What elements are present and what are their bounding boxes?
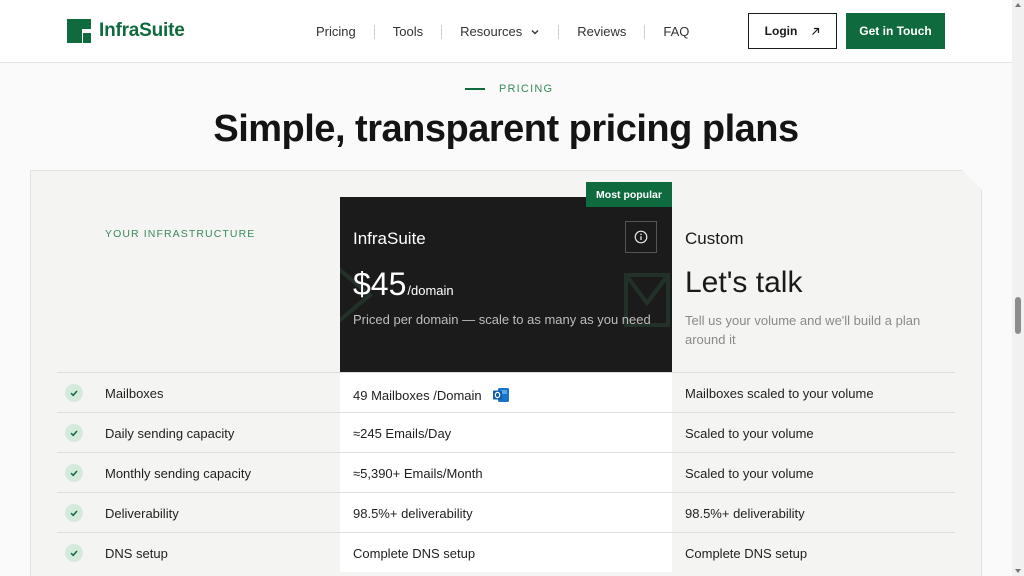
featured-value: 49 Mailboxes /Domain (353, 386, 510, 404)
check-icon (65, 424, 83, 442)
feature-name: Daily sending capacity (105, 426, 235, 441)
featured-value: ≈5,390+ Emails/Month (353, 466, 483, 481)
check-icon (65, 504, 83, 522)
table-row: Mailboxes 49 Mailboxes /Domain Mailboxes… (57, 372, 955, 412)
scroll-down-arrow-icon[interactable] (1015, 569, 1021, 573)
nav-item-faq[interactable]: FAQ (645, 24, 707, 39)
plan-info-button[interactable] (625, 221, 657, 253)
price-amount: $45 (353, 266, 407, 302)
nav-item-label: Reviews (577, 24, 627, 39)
feature-name: Deliverability (105, 506, 179, 521)
page-title: Simple, transparent pricing plans (213, 108, 799, 150)
get-in-touch-button[interactable]: Get in Touch (846, 13, 945, 49)
check-icon (65, 464, 83, 482)
featured-plan-name: InfraSuite (353, 229, 426, 248)
price-unit: /domain (407, 283, 454, 298)
page-scrollbar[interactable] (1012, 0, 1024, 576)
feature-name: Mailboxes (105, 386, 164, 401)
nav-item-label: Tools (392, 24, 424, 39)
featured-value: Complete DNS setup (353, 546, 476, 561)
table-row: Deliverability 98.5%+ deliverability 98.… (57, 492, 955, 532)
brand-logo[interactable]: InfraSuite (67, 19, 185, 43)
eyebrow-line (465, 88, 485, 90)
feature-name: Monthly sending capacity (105, 466, 251, 481)
login-button[interactable]: Login (748, 13, 837, 49)
scrollbar-thumb[interactable] (1015, 297, 1021, 334)
infrastructure-label: YOUR INFRASTRUCTURE (105, 228, 256, 240)
featured-value: ≈245 Emails/Day (353, 426, 452, 441)
nav-item-tools[interactable]: Tools (375, 24, 441, 39)
info-icon (634, 230, 648, 244)
custom-plan-name: Custom (685, 229, 744, 248)
table-row: DNS setup Complete DNS setup Complete DN… (57, 532, 955, 572)
nav-item-pricing[interactable]: Pricing (298, 24, 374, 39)
infrasuite-logo-icon (67, 19, 91, 43)
check-icon (65, 384, 83, 402)
nav-item-resources[interactable]: Resources (442, 24, 558, 39)
featured-plan-note: Priced per domain — scale to as many as … (353, 312, 651, 327)
section-eyebrow: PRICING (465, 83, 553, 95)
custom-value: Scaled to your volume (685, 466, 814, 481)
custom-value: Mailboxes scaled to your volume (685, 386, 874, 401)
feature-rows: Mailboxes 49 Mailboxes /Domain Mailboxes… (57, 372, 955, 572)
featured-value: 98.5%+ deliverability (353, 506, 473, 521)
main-nav: Pricing Tools Resources Reviews FAQ (298, 24, 707, 39)
nav-item-label: Resources (460, 24, 523, 39)
login-label: Login (764, 24, 798, 38)
feature-name: DNS setup (105, 546, 168, 561)
featured-plan-price: $45 /domain (353, 266, 454, 303)
eyebrow-label: PRICING (499, 83, 554, 95)
custom-value: 98.5%+ deliverability (685, 506, 805, 521)
site-header: InfraSuite Pricing Tools Resources Revie… (0, 0, 1012, 63)
custom-value: Complete DNS setup (685, 546, 808, 561)
custom-plan-title: Let's talk (685, 266, 803, 299)
custom-value: Scaled to your volume (685, 426, 814, 441)
check-icon (65, 544, 83, 562)
featured-value-text: 49 Mailboxes /Domain (353, 387, 482, 403)
outlook-icon (492, 388, 509, 402)
nav-item-reviews[interactable]: Reviews (559, 24, 644, 39)
most-popular-badge: Most popular (586, 182, 672, 207)
scroll-up-arrow-icon[interactable] (1015, 3, 1021, 7)
brand-name: InfraSuite (99, 20, 185, 41)
table-row: Monthly sending capacity ≈5,390+ Emails/… (57, 452, 955, 492)
custom-plan-note: Tell us your volume and we'll build a pl… (685, 313, 921, 347)
arrow-up-right-icon (812, 27, 820, 35)
nav-item-label: Pricing (316, 24, 356, 39)
chevron-down-icon (531, 29, 539, 34)
table-row: Daily sending capacity ≈245 Emails/Day S… (57, 412, 955, 452)
nav-item-label: FAQ (663, 24, 690, 39)
